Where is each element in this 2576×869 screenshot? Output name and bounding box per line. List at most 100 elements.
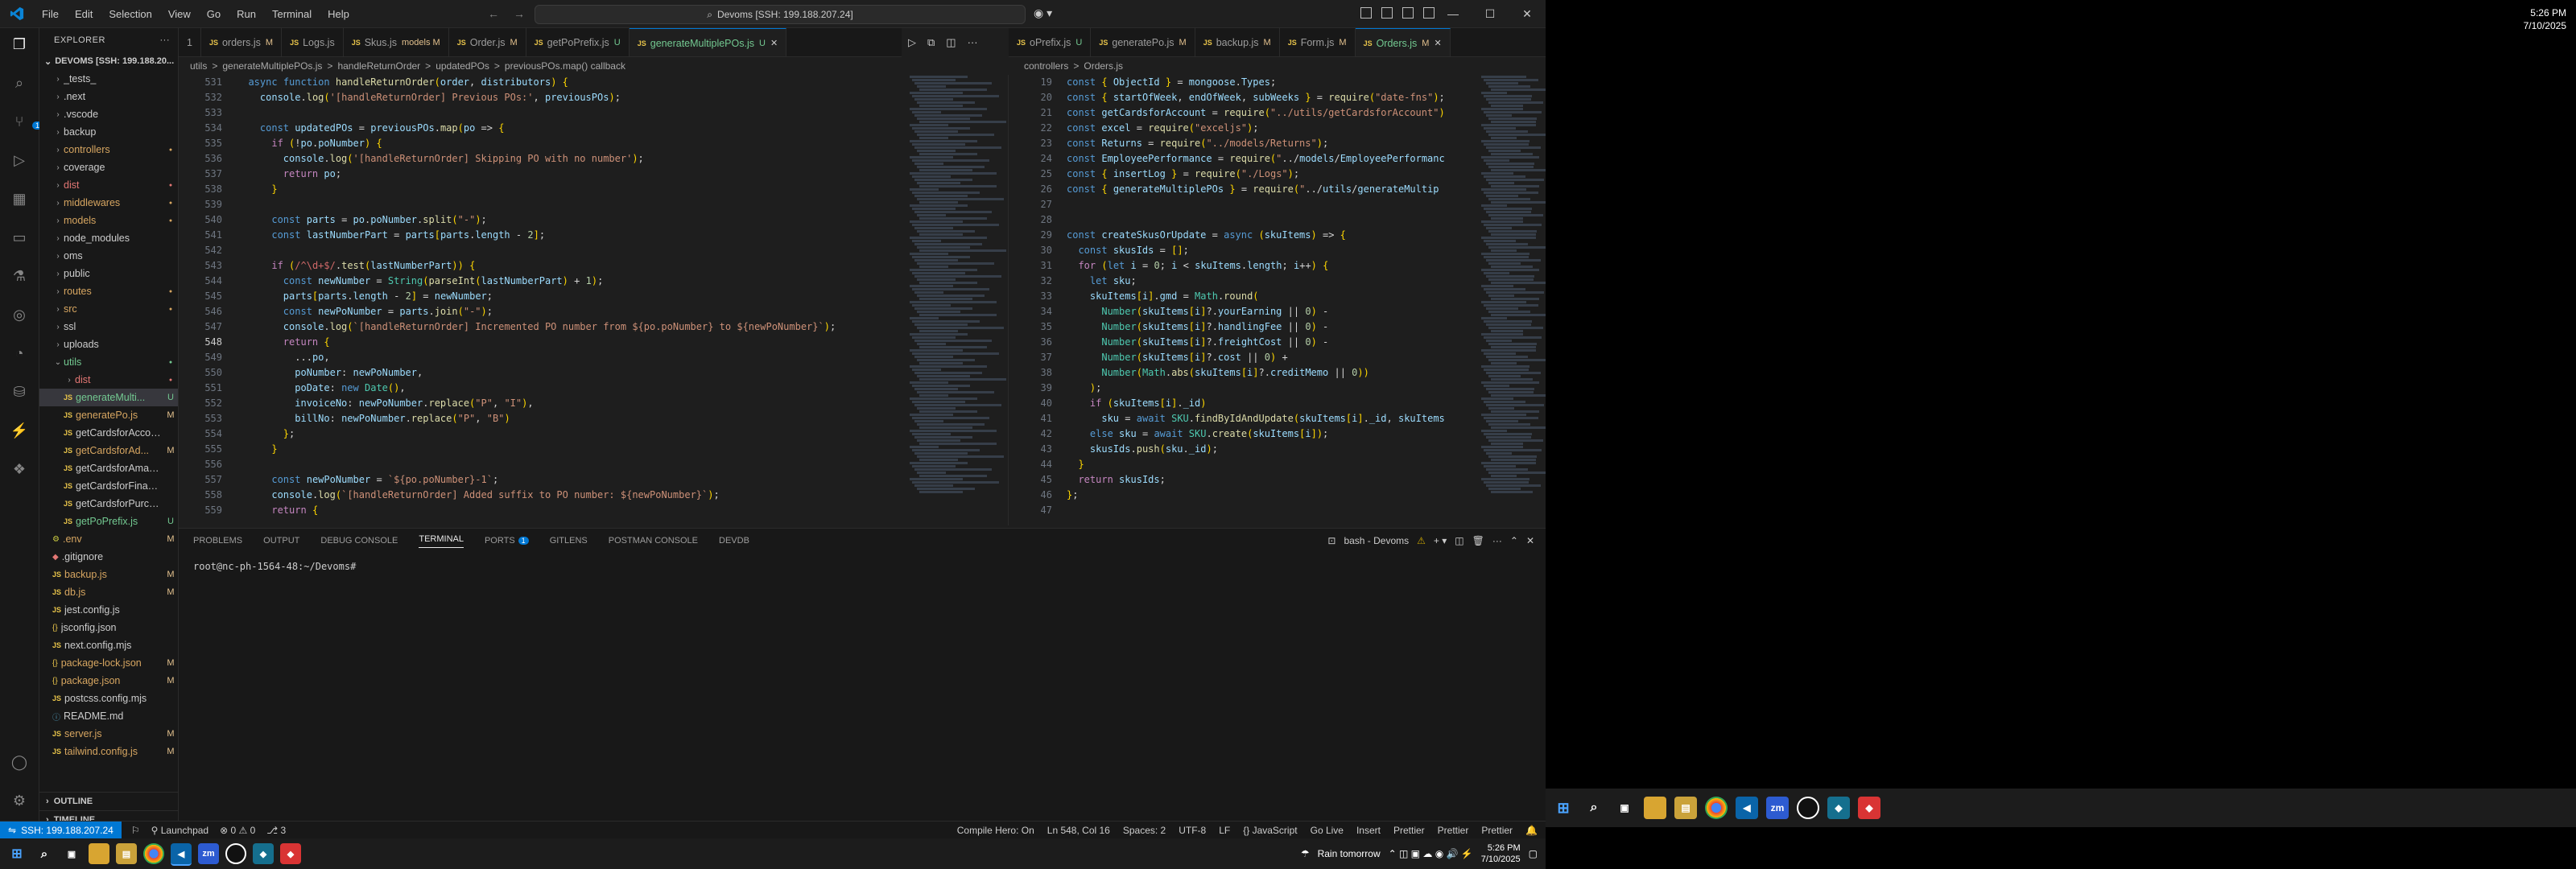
tray-icons[interactable]: ⌃ ◫ ▣ ☁ ◉ 🔊 ⚡	[1389, 848, 1473, 859]
status-item[interactable]: UTF-8	[1179, 825, 1206, 836]
account-icon[interactable]: ◯	[10, 752, 29, 772]
editor-tab[interactable]: JS Form.js M	[1280, 28, 1356, 56]
folder-item[interactable]: › _tests_	[39, 70, 178, 88]
toggle-panel-icon[interactable]	[1381, 7, 1393, 19]
search-icon[interactable]: ⌕	[34, 843, 55, 864]
code-editor-left[interactable]: 531 async function handleReturnOrder(ord…	[179, 75, 903, 525]
app-icon-red[interactable]: ◆	[1858, 797, 1880, 819]
file-item[interactable]: ◆ .gitignore	[39, 548, 178, 566]
status-item[interactable]: {} JavaScript	[1243, 825, 1297, 836]
file-explorer-icon[interactable]	[89, 843, 109, 864]
editor-tab[interactable]: JS Skus.js models M	[344, 28, 449, 56]
app-icon-circle[interactable]	[1797, 797, 1819, 819]
editor-tab[interactable]: JS getPoPrefix.js U	[526, 28, 630, 56]
editor-tab[interactable]: JS generateMultiplePOs.js U ✕	[629, 28, 787, 56]
panel-tab[interactable]: POSTMAN CONSOLE	[609, 536, 698, 546]
file-item[interactable]: JS next.config.mjs	[39, 636, 178, 654]
file-item[interactable]: JS db.js M	[39, 583, 178, 601]
panel-tab[interactable]: GITLENS	[550, 536, 588, 546]
folder-item[interactable]: › uploads	[39, 336, 178, 353]
status-item[interactable]: Spaces: 2	[1123, 825, 1166, 836]
search-icon[interactable]: ⌕	[1583, 797, 1605, 819]
breadcrumb-item[interactable]: previousPOs.map() callback	[505, 60, 625, 72]
file-item[interactable]: JS jest.config.js	[39, 601, 178, 619]
more-actions-icon[interactable]: ···	[1492, 535, 1502, 546]
minimize-icon[interactable]: —	[1435, 0, 1472, 27]
windows-start-icon[interactable]: ⊞	[1552, 797, 1575, 819]
forward-arrow-icon[interactable]: →	[514, 7, 525, 20]
copilot-icon[interactable]: ◉ ▾	[1034, 6, 1052, 20]
app-icon-red[interactable]: ◆	[280, 843, 301, 864]
problems-item[interactable]: ⊗ 0 ⚠ 0	[220, 825, 255, 836]
editor-tab[interactable]: 1	[179, 28, 201, 56]
extensions-icon[interactable]: ▦	[10, 189, 29, 208]
menu-view[interactable]: View	[160, 8, 199, 20]
launchpad-item[interactable]: ⚲ Launchpad	[151, 825, 209, 836]
status-item[interactable]: Insert	[1356, 825, 1381, 836]
file-item[interactable]: {} package.json M	[39, 672, 178, 690]
editor-tab[interactable]: JS Orders.js M ✕	[1355, 28, 1451, 56]
close-tab-icon[interactable]: ✕	[770, 38, 778, 48]
workspace-root[interactable]: ⌄ DEVOMS [SSH: 199.188.20...	[39, 52, 178, 70]
folder-item[interactable]: › public	[39, 265, 178, 282]
menu-edit[interactable]: Edit	[67, 8, 101, 20]
editor-tab[interactable]: JS Order.js M	[449, 28, 526, 56]
folder-item[interactable]: › coverage	[39, 159, 178, 176]
zoom-icon[interactable]: zm	[1766, 797, 1789, 819]
source-control-icon[interactable]: ⑂ 1	[10, 112, 43, 131]
python-icon[interactable]: ❖	[10, 459, 29, 479]
panel-tab[interactable]: OUTPUT	[263, 536, 299, 546]
compare-icon[interactable]: ⧉	[927, 36, 935, 49]
menu-selection[interactable]: Selection	[101, 8, 159, 20]
settings-gear-icon[interactable]: ⚙	[10, 791, 29, 810]
file-item[interactable]: ⓘ README.md	[39, 707, 178, 725]
breadcrumb-item[interactable]: utils	[190, 60, 207, 72]
menu-help[interactable]: Help	[320, 8, 357, 20]
folder-item[interactable]: › routes ●	[39, 282, 178, 300]
panel-tab[interactable]: DEBUG CONSOLE	[320, 536, 398, 546]
editor-tab[interactable]: JS orders.js M	[201, 28, 283, 56]
more-actions-icon[interactable]: ···	[160, 35, 171, 45]
file-item[interactable]: JSgetCardsforAccount.js	[39, 424, 178, 442]
breadcrumb-item[interactable]: controllers	[1024, 60, 1068, 72]
panel-tab[interactable]: DEVDB	[719, 536, 749, 546]
close-panel-icon[interactable]: ✕	[1526, 535, 1534, 546]
clock[interactable]: 5:26 PM 7/10/2025	[1481, 842, 1521, 865]
breadcrumb-item[interactable]: generateMultiplePOs.js	[222, 60, 322, 72]
new-terminal-icon[interactable]: + ▾	[1434, 535, 1447, 546]
status-item[interactable]: Go Live	[1311, 825, 1344, 836]
split-terminal-icon[interactable]: ◫	[1455, 535, 1463, 546]
folder-item[interactable]: › node_modules	[39, 229, 178, 247]
explorer-icon[interactable]: ❐	[10, 35, 29, 54]
task-view-icon[interactable]: ▣	[61, 843, 82, 864]
folder-item[interactable]: ⌄ utils ●	[39, 353, 178, 371]
file-item[interactable]: JS tailwind.config.js M	[39, 743, 178, 760]
folder-item[interactable]: › .next	[39, 88, 178, 105]
file-item[interactable]: {} package-lock.json M	[39, 654, 178, 672]
status-item[interactable]: Prettier	[1481, 825, 1513, 836]
weather-text[interactable]: Rain tomorrow	[1318, 848, 1381, 859]
code-editor-right[interactable]: 19 const { ObjectId } = mongoose.Types; 20…	[1009, 75, 1476, 525]
panel-tab[interactable]: PORTS 1	[485, 536, 529, 546]
bell-icon[interactable]: ⚐	[131, 825, 140, 836]
file-item[interactable]: {} jsconfig.json	[39, 619, 178, 636]
file-item[interactable]: JS server.js M	[39, 725, 178, 743]
postman-icon[interactable]: ◔	[10, 344, 29, 363]
windows-start-icon[interactable]: ⊞	[6, 843, 27, 864]
folder-item[interactable]: › dist ●	[39, 176, 178, 194]
notifications-icon[interactable]: ▢	[1529, 848, 1538, 859]
store-icon[interactable]: ▤	[1674, 797, 1697, 819]
file-item[interactable]: ⚙ .env M	[39, 530, 178, 548]
breadcrumb-item[interactable]: handleReturnOrder	[337, 60, 420, 72]
run-debug-icon[interactable]: ▷	[10, 150, 29, 170]
split-editor-icon[interactable]: ◫	[946, 36, 956, 49]
app-icon-teal[interactable]: ◆	[253, 843, 274, 864]
menu-go[interactable]: Go	[199, 8, 229, 20]
file-item[interactable]: JSgetCardsforFinance.js	[39, 477, 178, 495]
folder-item[interactable]: › oms	[39, 247, 178, 265]
remote-indicator[interactable]: ⇋ SSH: 199.188.207.24	[0, 822, 122, 839]
editor-tab[interactable]: JS backup.js M	[1195, 28, 1280, 56]
menu-file[interactable]: File	[34, 8, 67, 20]
status-item[interactable]: Compile Hero: On	[957, 825, 1034, 836]
file-item[interactable]: JSgetCardsforPurchasi...	[39, 495, 178, 513]
